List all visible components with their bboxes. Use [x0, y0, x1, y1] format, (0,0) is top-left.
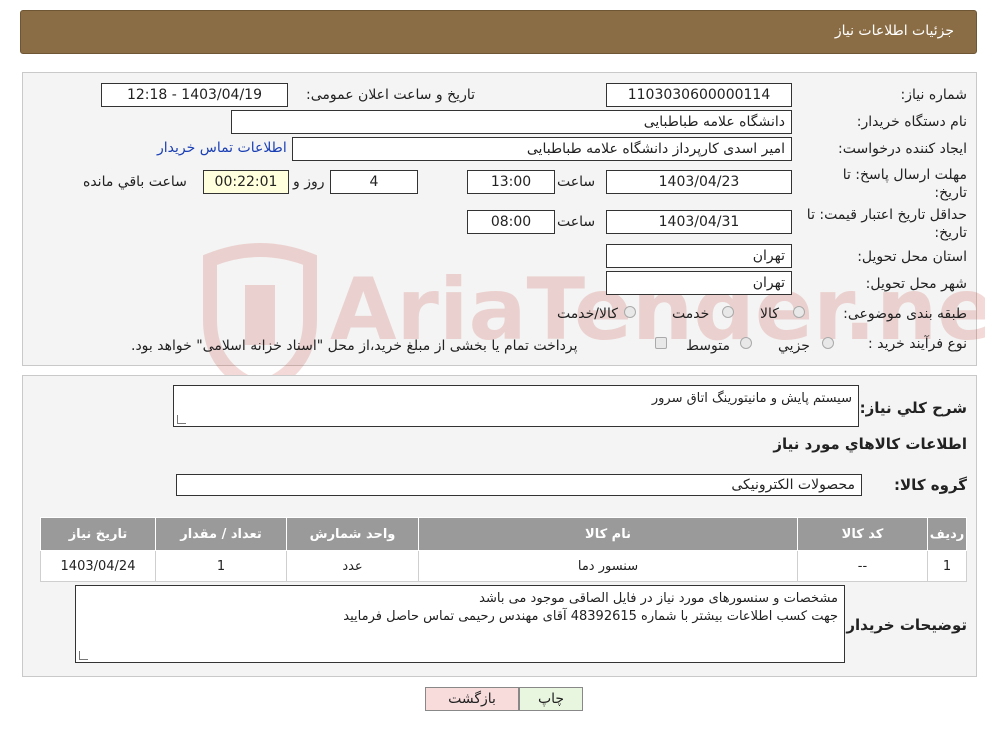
announce-field[interactable]: 1403/04/19 - 12:18 — [101, 83, 288, 107]
group-field[interactable]: محصولات الکترونیکی — [176, 474, 862, 496]
process-radio-medium[interactable] — [740, 337, 752, 349]
buyer-notes-textarea[interactable]: مشخصات و سنسورهای مورد نیاز در فایل الصا… — [75, 585, 845, 663]
validity-date-field[interactable]: 1403/04/31 — [606, 210, 792, 234]
deadline-label: مهلت ارسال پاسخ: تا تاریخ: — [842, 167, 967, 201]
cell-date: 1403/04/24 — [40, 550, 156, 582]
category-radio-goods[interactable] — [793, 306, 805, 318]
summary-textarea[interactable]: سیستم پایش و مانیتورینگ اتاق سرور — [173, 385, 859, 427]
table-header-row: ردیف کد کالا نام کالا واحد شمارش تعداد /… — [40, 517, 967, 551]
category-option-goods-service: کالا/خدمت — [557, 306, 618, 322]
category-radio-goods-service[interactable] — [624, 306, 636, 318]
need-number-field[interactable]: 1103030600000114 — [606, 83, 792, 107]
validity-label: حداقل تاریخ اعتبار قیمت: تا تاریخ: — [806, 207, 967, 241]
validity-time-label: ساعت — [557, 214, 596, 230]
resize-handle-icon[interactable] — [79, 651, 88, 660]
deadline-time-field[interactable]: 13:00 — [467, 170, 555, 194]
validity-time-field[interactable]: 08:00 — [467, 210, 555, 234]
buyer-notes-line-1: مشخصات و سنسورهای مورد نیاز در فایل الصا… — [479, 591, 838, 606]
buyer-org-field[interactable]: دانشگاه علامه طباطبایی — [231, 110, 792, 134]
table-row: 1 -- سنسور دما عدد 1 1403/04/24 — [40, 550, 967, 582]
process-note: پرداخت تمام یا بخشی از مبلغ خرید،از محل … — [131, 338, 578, 354]
treasury-checkbox[interactable] — [655, 337, 667, 349]
requester-label: ایجاد کننده درخواست: — [838, 141, 967, 157]
category-label: طبقه بندی موضوعی: — [843, 306, 967, 322]
requester-field[interactable]: امیر اسدی کارپرداز دانشگاه علامه طباطبای… — [292, 137, 792, 161]
cell-qty: 1 — [155, 550, 287, 582]
col-unit-header: واحد شمارش — [286, 517, 419, 551]
days-field[interactable]: 4 — [330, 170, 418, 194]
resize-handle-icon[interactable] — [177, 415, 186, 424]
page-header: جزئیات اطلاعات نیاز — [20, 10, 977, 54]
cell-code: -- — [797, 550, 928, 582]
cell-row-number: 1 — [927, 550, 967, 582]
process-label: نوع فرآیند خرید : — [868, 336, 967, 352]
announce-label: تاریخ و ساعت اعلان عمومی: — [306, 87, 475, 103]
deadline-date-field[interactable]: 1403/04/23 — [606, 170, 792, 194]
need-number-label: شماره نیاز: — [900, 87, 968, 103]
days-label: روز و — [293, 174, 325, 190]
category-option-goods: کالا — [760, 306, 779, 322]
col-code-header: کد کالا — [797, 517, 928, 551]
province-field[interactable]: تهران — [606, 244, 792, 268]
buyer-org-label: نام دستگاه خریدار: — [856, 114, 967, 130]
buyer-notes-line-2: جهت کسب اطلاعات بیشتر با شماره 48392615 … — [343, 609, 838, 624]
group-label: گروه کالا: — [894, 476, 967, 494]
process-option-medium: متوسط — [686, 338, 730, 354]
city-label: شهر محل تحویل: — [865, 276, 967, 292]
buyer-notes-label: توضیحات خریدار: — [840, 616, 967, 634]
process-radio-minor[interactable] — [822, 337, 834, 349]
category-radio-service[interactable] — [722, 306, 734, 318]
col-row-header: ردیف — [927, 517, 967, 551]
category-option-service: خدمت — [672, 306, 710, 322]
cell-unit: عدد — [286, 550, 419, 582]
cell-name: سنسور دما — [418, 550, 798, 582]
col-qty-header: تعداد / مقدار — [155, 517, 287, 551]
page-title: جزئیات اطلاعات نیاز — [834, 23, 954, 39]
summary-text: سیستم پایش و مانیتورینگ اتاق سرور — [651, 391, 852, 406]
deadline-time-label: ساعت — [557, 174, 596, 190]
back-button[interactable]: بازگشت — [425, 687, 519, 711]
goods-table: ردیف کد کالا نام کالا واحد شمارش تعداد /… — [40, 517, 967, 582]
process-option-minor: جزیي — [778, 338, 810, 354]
remaining-label: ساعت باقي مانده — [83, 174, 187, 190]
summary-label: شرح کلي نیاز: — [859, 399, 967, 417]
buyer-contact-link[interactable]: اطلاعات تماس خریدار — [157, 140, 287, 156]
province-label: استان محل تحویل: — [857, 249, 967, 265]
city-field[interactable]: تهران — [606, 271, 792, 295]
print-button[interactable]: چاپ — [519, 687, 583, 711]
remaining-time-field: 00:22:01 — [203, 170, 289, 194]
col-name-header: نام کالا — [418, 517, 798, 551]
col-date-header: تاریخ نیاز — [40, 517, 156, 551]
goods-info-title: اطلاعات کالاهاي مورد نیاز — [773, 435, 967, 453]
